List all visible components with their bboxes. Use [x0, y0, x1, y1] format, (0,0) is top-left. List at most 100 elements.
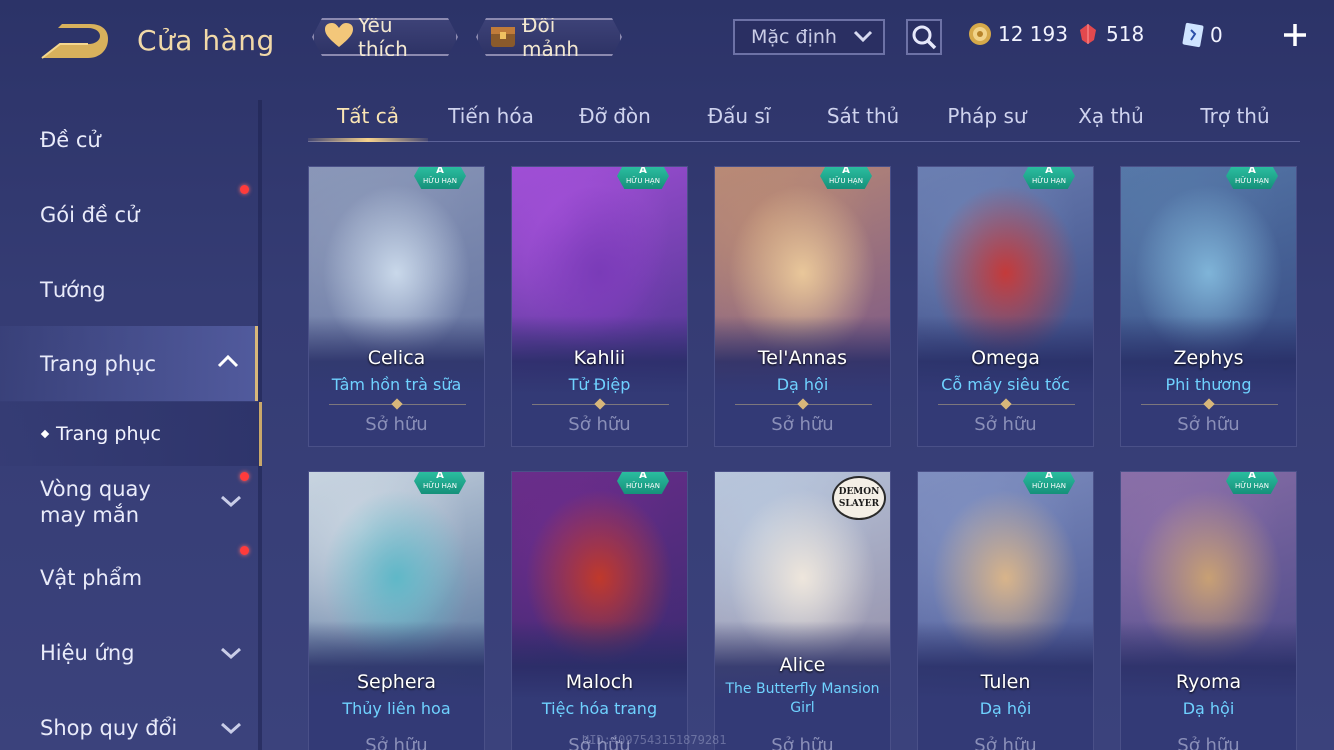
tab-fighter[interactable]: Đấu sĩ [682, 104, 796, 128]
sort-dropdown[interactable]: Mặc định [733, 19, 885, 55]
page-title: Cửa hàng [137, 24, 275, 57]
skin-name: Dạ hội [776, 375, 829, 394]
limited-badge: A HỮU HẠN [1226, 472, 1278, 494]
skin-name: Dạ hội [1182, 699, 1235, 718]
chevron-down-icon [221, 495, 241, 508]
card-divider [329, 404, 466, 405]
notification-dot [240, 546, 249, 555]
skin-card[interactable]: DEMON SLAYER Alice The Butterfly Mansion … [714, 471, 891, 750]
owned-label: Sở hữu [365, 735, 428, 750]
limited-badge: A HỮU HẠN [414, 472, 466, 494]
skin-card[interactable]: A HỮU HẠN Kahlii Tử Điệp Sở hữu [511, 166, 688, 447]
gold-currency: 12 193 [968, 22, 1068, 46]
limited-badge: A HỮU HẠN [414, 167, 466, 189]
tab-mage[interactable]: Pháp sư [930, 104, 1044, 128]
skin-name: Tử Điệp [568, 375, 631, 394]
hero-name: Sephera [357, 671, 436, 693]
chevron-down-icon [853, 30, 873, 43]
sidebar-item-label: Trang phục [40, 351, 157, 376]
skin-name: Thủy liên hoa [342, 699, 451, 718]
skin-name: The Butterfly Mansion Girl [725, 681, 880, 716]
limited-badge: A HỮU HẠN [1023, 167, 1075, 189]
treasure-chest-icon [488, 21, 518, 54]
fragments-label: Đổi mảnh [522, 13, 580, 61]
search-icon [912, 25, 937, 50]
chevron-down-icon [221, 647, 241, 660]
hero-name: Omega [971, 347, 1040, 369]
hero-name: Tel'Annas [757, 347, 848, 369]
search-button[interactable] [906, 19, 942, 55]
sidebar-item-exchange-shop[interactable]: Shop quy đổi [0, 690, 258, 750]
skin-name: Dạ hội [979, 699, 1032, 718]
sidebar-item-label: Gói đề cử [40, 202, 140, 227]
limited-badge: A HỮU HẠN [617, 472, 669, 494]
role-filter-tabs: Tất cả Tiến hóa Đỡ đòn Đấu sĩ Sát thủ Ph… [308, 96, 1300, 142]
tab-evolution[interactable]: Tiến hóa [434, 104, 548, 128]
sidebar-item-label: Tướng [40, 277, 106, 302]
skin-name: Tâm hồn trà sữa [331, 375, 462, 394]
limited-badge: A HỮU HẠN [1023, 472, 1075, 494]
sidebar-item-heroes[interactable]: Tướng [0, 252, 258, 327]
notification-dot [240, 185, 249, 194]
tab-all[interactable]: Tất cả [308, 104, 428, 128]
sidebar-item-label: Đề cử [40, 127, 101, 152]
gem-currency: 518 [1076, 22, 1144, 46]
tab-marksman[interactable]: Xạ thủ [1054, 104, 1168, 128]
top-bar: Cửa hàng Yêu thích Đổi mảnh Mặc định 12 … [0, 0, 1334, 80]
skin-grid: A HỮU HẠN Celica Tâm hồn trà sữa Sở hữu A… [308, 166, 1298, 750]
voucher-amount: 0 [1210, 23, 1223, 47]
skin-card[interactable]: A HỮU HẠN Omega Cỗ máy siêu tốc Sở hữu [917, 166, 1094, 447]
gold-coin-icon [969, 23, 991, 45]
owned-label: Sở hữu [568, 414, 631, 435]
skin-card[interactable]: A HỮU HẠN Ryoma Dạ hội Sở hữu [1120, 471, 1297, 750]
notification-dot [240, 472, 249, 481]
sidebar-item-recommended-packs[interactable]: Gói đề cử [0, 177, 258, 252]
favorites-button[interactable]: Yêu thích [312, 18, 458, 56]
uid-watermark: UID:4097543151879281 [582, 733, 727, 747]
favorites-label: Yêu thích [358, 13, 408, 61]
tab-assassin[interactable]: Sát thủ [806, 104, 920, 128]
tab-tank[interactable]: Đỡ đòn [558, 104, 672, 128]
gold-amount: 12 193 [998, 22, 1068, 46]
back-button[interactable] [38, 22, 110, 62]
skin-card[interactable]: A HỮU HẠN Tulen Dạ hội Sở hữu [917, 471, 1094, 750]
active-tab-indicator [308, 138, 428, 142]
skin-card[interactable]: A HỮU HẠN Sephera Thủy liên hoa Sở hữu [308, 471, 485, 750]
card-divider [735, 404, 872, 405]
owned-label: Sở hữu [1177, 414, 1240, 435]
heart-icon [324, 22, 354, 53]
voucher-card-icon [1182, 22, 1204, 48]
skin-name: Cỗ máy siêu tốc [941, 375, 1070, 394]
sidebar-item-recommended[interactable]: Đề cử [0, 102, 258, 177]
hero-name: Maloch [565, 671, 634, 693]
tab-support[interactable]: Trợ thủ [1178, 104, 1292, 128]
skin-card[interactable]: A HỮU HẠN Zephys Phi thương Sở hữu [1120, 166, 1297, 447]
skin-card[interactable]: A HỮU HẠN Tel'Annas Dạ hội Sở hữu [714, 166, 891, 447]
skin-card[interactable]: A HỮU HẠN Celica Tâm hồn trà sữa Sở hữu [308, 166, 485, 447]
plus-icon [1284, 24, 1306, 46]
sidebar-item-label: Vòng quay may mắn [40, 477, 151, 527]
gem-amount: 518 [1106, 22, 1145, 46]
sidebar-item-items[interactable]: Vật phẩm [0, 540, 258, 615]
exchange-fragments-button[interactable]: Đổi mảnh [476, 18, 622, 56]
sidebar-item-lucky-wheel[interactable]: Vòng quay may mắn [0, 468, 258, 536]
chevron-up-icon [217, 354, 239, 368]
sidebar-item-effects[interactable]: Hiệu ứng [0, 615, 258, 690]
back-arrow-icon [41, 24, 108, 59]
limited-badge: A HỮU HẠN [820, 167, 872, 189]
ruby-gem-icon [1080, 24, 1096, 44]
hero-name: Zephys [1173, 347, 1244, 369]
skin-card[interactable]: A HỮU HẠN Maloch Tiệc hóa trang Sở hữu [511, 471, 688, 750]
demon-slayer-logo: DEMON SLAYER [832, 476, 886, 520]
owned-label: Sở hữu [365, 414, 428, 435]
hero-name: Celica [367, 347, 426, 369]
sidebar-item-label: Shop quy đổi [40, 715, 178, 740]
hero-name: Alice [779, 654, 826, 676]
sidebar-subitem-skins[interactable]: Trang phục [0, 402, 262, 466]
sidebar-item-skins[interactable]: Trang phục [0, 326, 258, 401]
hero-name: Ryoma [1175, 671, 1242, 693]
sidebar-subitem-label: Trang phục [56, 423, 162, 445]
card-divider [938, 404, 1075, 405]
owned-label: Sở hữu [974, 414, 1037, 435]
add-currency-button[interactable] [1282, 22, 1308, 48]
